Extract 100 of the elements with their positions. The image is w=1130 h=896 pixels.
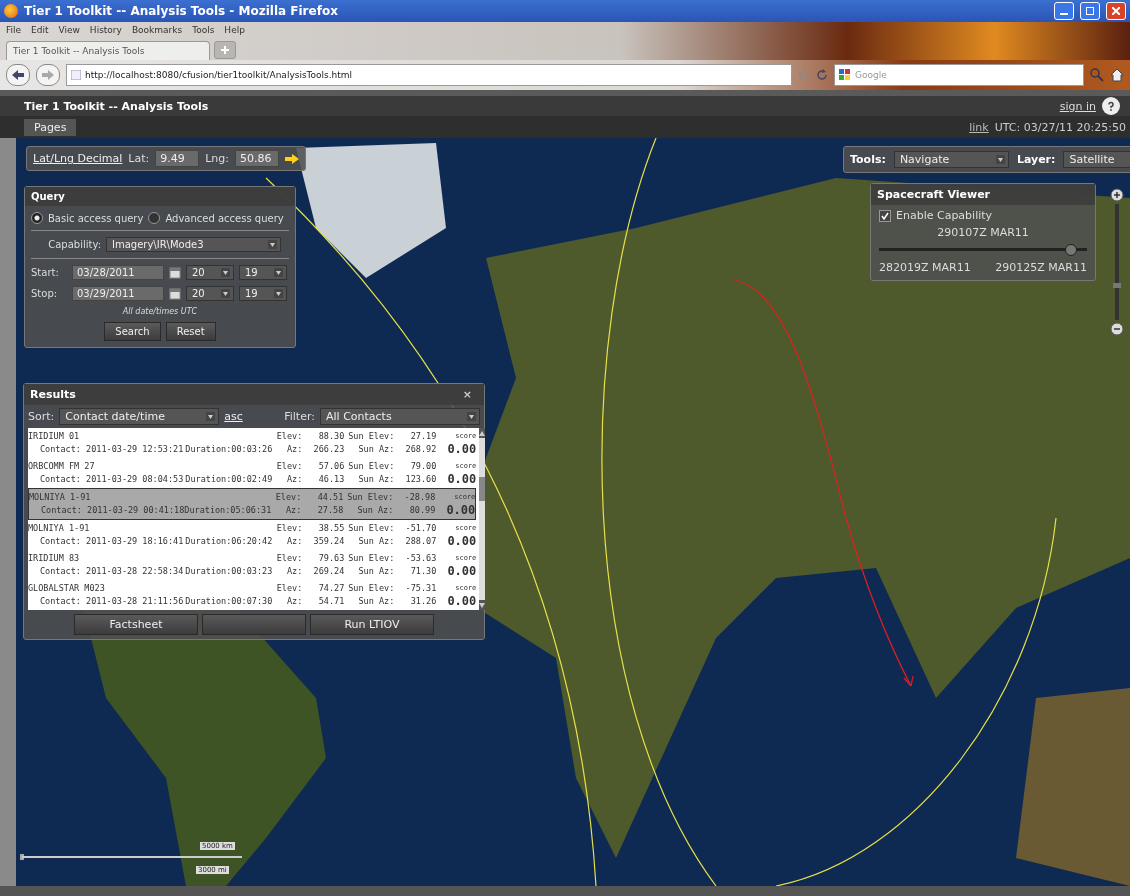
- new-tab-button[interactable]: [214, 41, 236, 59]
- panel-title: Spacecraft Viewer: [871, 184, 1095, 205]
- az-value: 269.24: [312, 565, 345, 578]
- menu-item[interactable]: Bookmarks: [131, 25, 183, 35]
- coordinate-format-link[interactable]: Lat/Lng Decimal: [33, 152, 123, 165]
- satellite-name: ORBCOMM FM 27: [28, 460, 96, 473]
- az-value: 27.58: [316, 504, 344, 517]
- app-title: Tier 1 Toolkit -- Analysis Tools: [24, 99, 210, 113]
- maximize-button[interactable]: [1080, 2, 1100, 20]
- sun-elev-label: Sun Elev:: [346, 491, 394, 504]
- az-value: 54.71: [317, 595, 345, 608]
- go-arrow-icon[interactable]: [285, 153, 299, 164]
- dropdown[interactable]: 19: [239, 265, 287, 280]
- radio-button[interactable]: [148, 212, 161, 224]
- minimize-button[interactable]: [1054, 2, 1074, 20]
- radio-label[interactable]: Basic access query: [48, 212, 144, 224]
- home-icon[interactable]: [1110, 68, 1124, 82]
- lng-field[interactable]: 50.86: [235, 150, 279, 167]
- browser-tab[interactable]: Tier 1 Toolkit -- Analysis Tools: [6, 41, 210, 60]
- help-icon[interactable]: [1102, 97, 1120, 115]
- elev-value: 79.63: [317, 552, 345, 565]
- factsheet-button[interactable]: Factsheet: [74, 614, 198, 635]
- menu-item[interactable]: View: [58, 25, 80, 35]
- caret-icon: [995, 155, 1005, 164]
- sun-az-value: 31.26: [409, 595, 437, 608]
- dropdown[interactable]: Satellite: [1063, 151, 1130, 168]
- contact-time: Contact: 2011-03-29 12:53:21: [40, 443, 184, 456]
- close-button[interactable]: [1106, 2, 1126, 20]
- sun-elev-label: Sun Elev:: [347, 522, 395, 535]
- back-button[interactable]: [6, 64, 30, 86]
- lat-field[interactable]: 9.49: [155, 150, 200, 167]
- reload-icon[interactable]: [816, 69, 828, 81]
- sun-elev-value: -28.98: [403, 491, 436, 504]
- forward-arrow-icon: [42, 70, 54, 80]
- elev-value: 74.27: [317, 582, 345, 595]
- sun-az-value: 288.07: [404, 535, 437, 548]
- dropdown[interactable]: 19: [239, 286, 287, 301]
- elev-value: 44.51: [316, 491, 344, 504]
- az-label: Az:: [285, 473, 303, 486]
- start-label: Start:: [31, 267, 60, 278]
- sun-az-label: Sun Az:: [357, 595, 395, 608]
- dropdown[interactable]: 20: [186, 265, 234, 280]
- scroll-down-icon[interactable]: [479, 602, 486, 608]
- checkbox[interactable]: [879, 209, 891, 222]
- sun-az-value: 71.30: [409, 565, 437, 578]
- dropdown[interactable]: All Contacts: [320, 408, 480, 425]
- duration: Duration:00:07:30: [185, 595, 273, 608]
- menu-item[interactable]: Tools: [192, 25, 215, 35]
- menu-item[interactable]: Edit: [31, 25, 49, 35]
- stop-date-field[interactable]: 03/29/2011: [72, 286, 164, 301]
- caret-icon: [206, 412, 216, 421]
- star-icon[interactable]: [798, 69, 810, 81]
- zoom-slider[interactable]: [1113, 204, 1121, 320]
- radio-label[interactable]: Advanced access query: [165, 212, 284, 224]
- sort-order-link[interactable]: asc: [224, 410, 243, 423]
- url-field[interactable]: http://localhost:8080/cfusion/tier1toolkit/AnalysisTools.html: [66, 64, 792, 86]
- dropdown[interactable]: Contact date/time: [59, 408, 220, 425]
- contact-time: Contact: 2011-03-29 18:16:41: [40, 535, 184, 548]
- elev-value: 38.55: [317, 522, 345, 535]
- zoom-out-icon[interactable]: [1110, 322, 1124, 336]
- slider-thumb[interactable]: [1065, 244, 1078, 256]
- zoom-in-icon[interactable]: [1110, 188, 1124, 202]
- dropdown[interactable]: Imagery\IR\Mode3: [106, 237, 281, 252]
- sun-elev-value: -53.63: [404, 552, 437, 565]
- satellite-name: MOLNIYA 1-91: [29, 491, 92, 504]
- menu-item[interactable]: File: [6, 25, 22, 35]
- scrollbar[interactable]: [479, 428, 486, 610]
- stop-label: Stop:: [31, 288, 59, 299]
- calendar-icon[interactable]: [169, 287, 181, 300]
- search-icon[interactable]: [1090, 68, 1104, 82]
- start-date-field[interactable]: 03/28/2011: [72, 265, 164, 280]
- query-button[interactable]: Reset: [165, 322, 216, 341]
- run-button[interactable]: Run LTIOV: [310, 614, 434, 635]
- checkbox-label[interactable]: Enable Capability: [896, 209, 993, 222]
- dropdown[interactable]: Navigate: [893, 151, 1009, 168]
- current-time: 290107Z MAR11: [936, 226, 1030, 239]
- score-value: 0.00: [446, 443, 477, 456]
- calendar-icon[interactable]: [169, 266, 181, 279]
- menu-item[interactable]: History: [89, 25, 122, 35]
- zoom-thumb[interactable]: [1113, 283, 1121, 289]
- satellite-map[interactable]: [16, 138, 1130, 886]
- sun-elev-label: Sun Elev:: [347, 460, 395, 473]
- forward-button[interactable]: [36, 64, 60, 86]
- close-icon[interactable]: ×: [462, 388, 478, 401]
- pages-button[interactable]: Pages: [24, 118, 77, 136]
- radio-button[interactable]: [31, 212, 43, 224]
- sun-az-label: Sun Az:: [356, 504, 394, 517]
- caret-icon: [274, 289, 283, 298]
- menu-item[interactable]: Help: [224, 25, 245, 35]
- elev-label: Elev:: [275, 430, 303, 443]
- dropdown[interactable]: 20: [186, 286, 234, 301]
- duration: Duration:00:03:23: [185, 565, 273, 578]
- duration: Duration:05:06:31: [184, 504, 272, 517]
- sign-in-link[interactable]: sign in: [1059, 99, 1096, 113]
- scroll-up-icon[interactable]: [479, 430, 486, 436]
- query-button[interactable]: Search: [104, 322, 161, 341]
- capability-label: Capability:: [47, 239, 101, 250]
- sun-elev-label: Sun Elev:: [347, 430, 395, 443]
- link[interactable]: link: [969, 120, 989, 134]
- panel-title: Results: [30, 388, 76, 401]
